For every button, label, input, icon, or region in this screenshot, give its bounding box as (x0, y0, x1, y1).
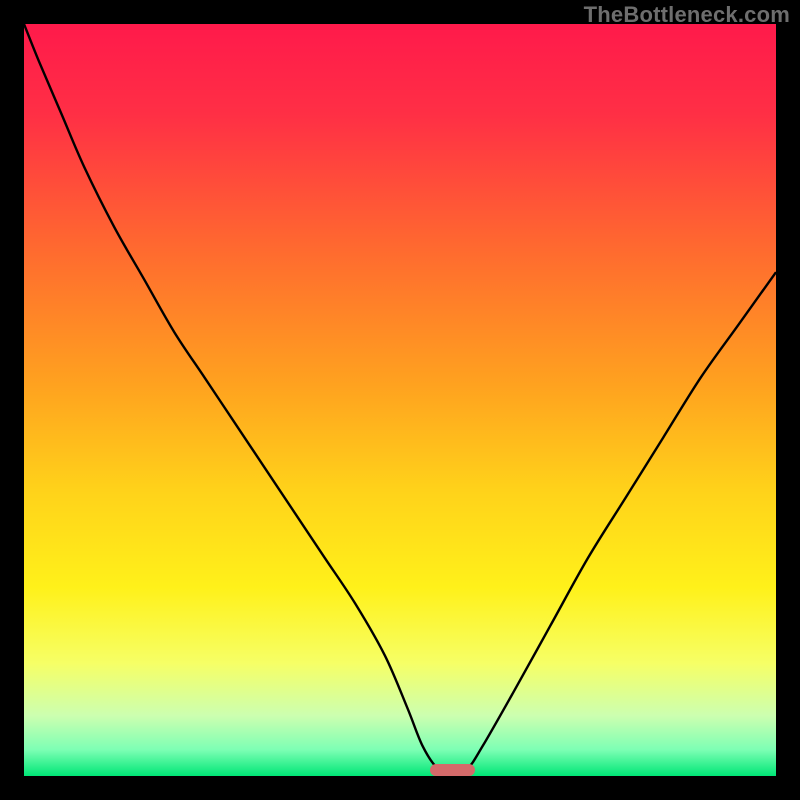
optimal-range-marker (430, 764, 475, 776)
bottleneck-curve (24, 24, 776, 776)
plot-area (24, 24, 776, 776)
chart-frame: TheBottleneck.com (0, 0, 800, 800)
